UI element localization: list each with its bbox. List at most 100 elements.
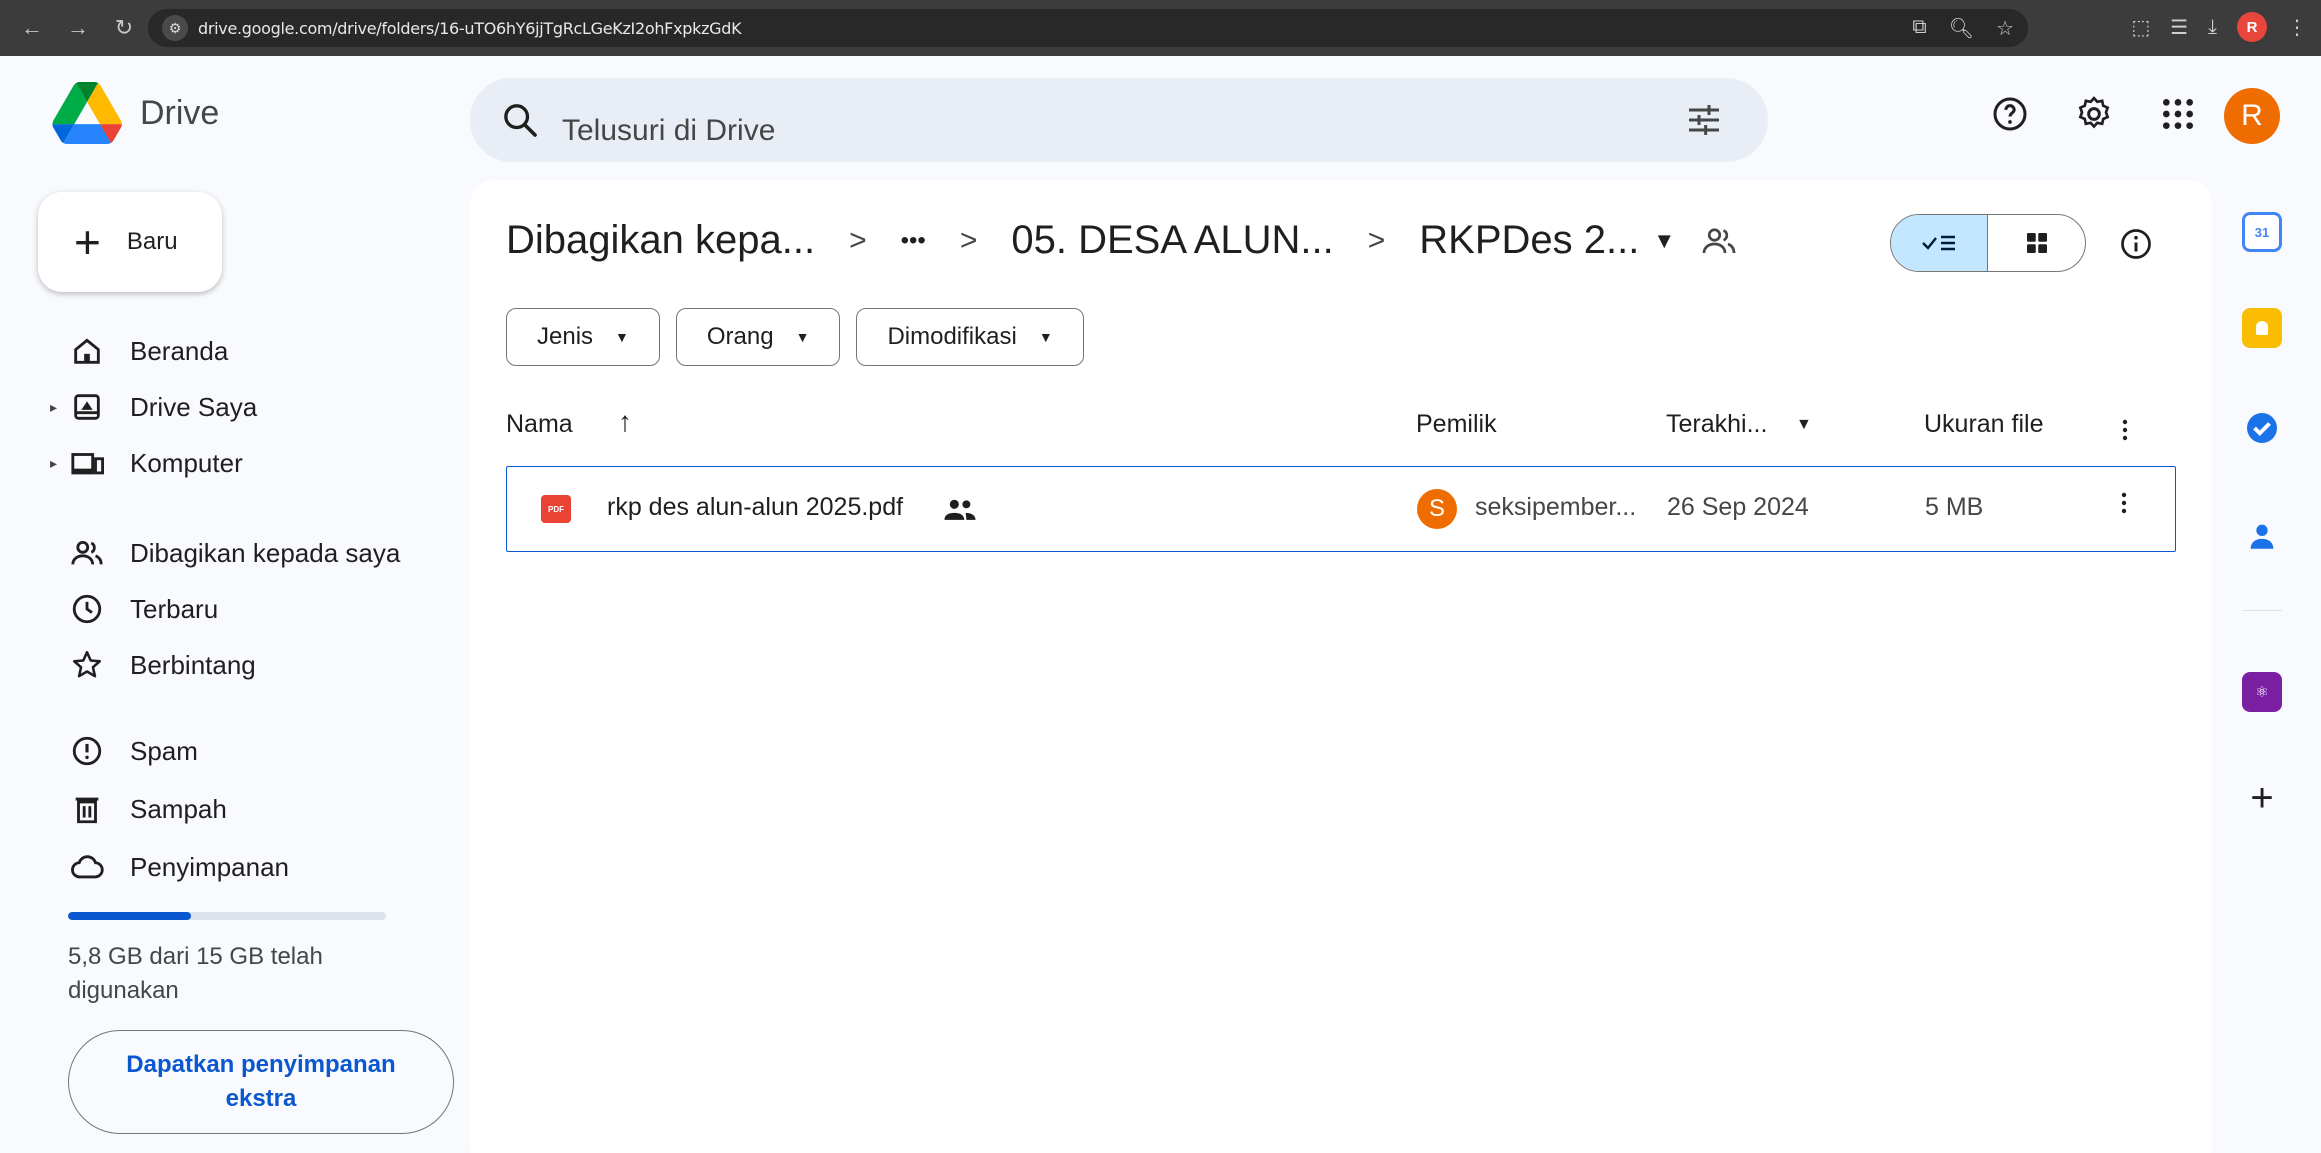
filter-modified-chip[interactable]: Dimodifikasi ▼: [856, 308, 1084, 366]
sidebar-item-label: Drive Saya: [130, 391, 258, 422]
info-icon[interactable]: [2118, 226, 2154, 262]
grid-view-icon: [2026, 233, 2047, 253]
filter-type-chip[interactable]: Jenis ▼: [506, 308, 660, 366]
search-options-icon[interactable]: [1684, 100, 1724, 140]
column-owner-header: Pemilik: [1416, 410, 1497, 438]
chevron-right-icon: >: [1367, 223, 1386, 257]
file-name[interactable]: rkp des alun-alun 2025.pdf: [607, 493, 903, 522]
breadcrumb-more[interactable]: •••: [901, 227, 926, 255]
add-app-plus-icon[interactable]: +: [2242, 776, 2282, 820]
star-icon: [72, 650, 102, 678]
caret-down-icon: ▼: [615, 329, 629, 345]
calendar-app-icon[interactable]: 31: [2242, 212, 2282, 252]
table-header: Nama ↑ Pemilik Terakhi... ▼ Ukuran file: [506, 406, 2176, 450]
browser-profile-avatar[interactable]: R: [2237, 12, 2267, 42]
clock-icon: [72, 594, 102, 624]
list-view-button[interactable]: [1891, 215, 1988, 271]
forward-icon[interactable]: →: [62, 15, 94, 41]
help-icon[interactable]: [1990, 94, 2030, 134]
storage-meter: [68, 912, 386, 920]
trash-icon: [75, 797, 99, 824]
expand-arrow-icon[interactable]: ▸: [50, 399, 57, 416]
column-name-header[interactable]: Nama: [506, 410, 573, 439]
chip-label: Dimodifikasi: [887, 323, 1017, 350]
drive-logo[interactable]: Drive: [52, 82, 219, 144]
reading-list-icon[interactable]: ☰: [2170, 15, 2188, 40]
filter-people-chip[interactable]: Orang ▼: [675, 308, 841, 366]
keep-app-icon[interactable]: [2242, 308, 2282, 348]
more-vert-icon[interactable]: [2110, 410, 2140, 450]
sort-arrow-up-icon[interactable]: ↑: [618, 406, 632, 438]
chip-label: Jenis: [537, 323, 594, 350]
new-button[interactable]: + Baru: [38, 192, 222, 292]
app-name: Drive: [140, 93, 220, 132]
pdf-file-icon: PDF: [541, 495, 571, 523]
breadcrumb: Dibagikan kepa... > ••• > 05. DESA ALUN.…: [506, 218, 1737, 263]
filter-chips: Jenis ▼ Orang ▼ Dimodifikasi ▼: [506, 308, 1084, 366]
plus-icon: +: [74, 216, 101, 268]
file-owner: seksipember...: [1475, 493, 1637, 521]
side-panel-divider: [2242, 610, 2282, 611]
column-modified-header[interactable]: Terakhi...: [1666, 410, 1767, 439]
browser-menu-icon[interactable]: ⋮: [2287, 15, 2307, 40]
storage-usage-text: 5,8 GB dari 15 GB telah digunakan: [68, 943, 323, 1004]
sidebar-item-label: Terbaru: [130, 593, 219, 624]
breadcrumb-parent[interactable]: 05. DESA ALUN...: [1011, 218, 1333, 263]
row-more-actions-icon[interactable]: [2109, 483, 2139, 523]
view-toggle: [1890, 214, 2086, 272]
settings-gear-icon[interactable]: [2074, 94, 2114, 134]
sidebar-item-label: Beranda: [130, 335, 229, 366]
spam-icon: [72, 736, 102, 766]
drive-logo-icon: [52, 82, 122, 144]
main-content: Dibagikan kepa... > ••• > 05. DESA ALUN.…: [470, 180, 2212, 1153]
get-more-storage-button[interactable]: Dapatkan penyimpanan ekstra: [68, 1030, 454, 1134]
computer-icon: [71, 453, 104, 475]
search-input[interactable]: [562, 114, 1462, 148]
bookmark-star-icon[interactable]: ☆: [1996, 16, 2014, 41]
caret-down-icon[interactable]: ▼: [1796, 416, 1812, 434]
extension-app-icon[interactable]: ⚛: [2242, 672, 2282, 712]
file-modified-date: 26 Sep 2024: [1667, 493, 1809, 521]
sidebar-item-label: Spam: [130, 735, 198, 766]
search-bar[interactable]: [470, 78, 1768, 162]
install-app-icon[interactable]: ⧉: [1912, 16, 1926, 41]
breadcrumb-current[interactable]: RKPDes 2...: [1419, 218, 1639, 263]
table-row[interactable]: PDF rkp des alun-alun 2025.pdf S seksipe…: [506, 466, 2176, 552]
check-list-icon: [1922, 235, 1955, 251]
sidebar-item-label: Komputer: [130, 447, 243, 478]
home-icon: [74, 338, 100, 364]
breadcrumb-root[interactable]: Dibagikan kepa...: [506, 218, 815, 263]
chevron-right-icon: >: [849, 223, 867, 257]
column-size-header: Ukuran file: [1924, 410, 2044, 438]
browser-actions: ⬚ ☰ ⤓ R ⋮: [2131, 12, 2307, 42]
reload-icon[interactable]: ↻: [108, 15, 140, 41]
browser-toolbar: ← → ↻ ⚙ drive.google.com/drive/folders/1…: [0, 0, 2321, 56]
sidebar-item-label: Berbintang: [130, 649, 256, 680]
account-avatar[interactable]: R: [2224, 88, 2280, 144]
extensions-icon[interactable]: ⬚: [2131, 15, 2150, 40]
storage-meter-fill: [68, 912, 192, 920]
browser-nav: ← → ↻: [0, 15, 140, 41]
expand-arrow-icon[interactable]: ▸: [50, 455, 57, 472]
sidebar-item-label: Penyimpanan: [130, 851, 289, 882]
address-url: drive.google.com/drive/folders/16-uTO6hY…: [198, 18, 742, 38]
new-button-label: Baru: [126, 228, 178, 255]
apps-grid-icon[interactable]: [2158, 94, 2198, 134]
contacts-app-icon[interactable]: [2242, 516, 2282, 556]
shared-folder-icon[interactable]: [1701, 223, 1737, 259]
address-bar[interactable]: ⚙ drive.google.com/drive/folders/16-uTO6…: [148, 9, 2028, 47]
downloads-icon[interactable]: ⤓: [2208, 16, 2217, 39]
caret-down-icon: ▼: [1038, 329, 1053, 345]
search-icon[interactable]: [500, 100, 540, 140]
sidebar-item-label: Dibagikan kepada saya: [130, 537, 401, 568]
cloud-icon: [71, 855, 104, 879]
grid-view-button[interactable]: [1988, 215, 2085, 271]
tasks-app-icon[interactable]: [2242, 408, 2282, 448]
back-icon[interactable]: ←: [16, 15, 48, 41]
file-size: 5 MB: [1925, 493, 1984, 521]
chevron-right-icon: >: [959, 223, 978, 257]
owner-avatar: S: [1417, 489, 1457, 529]
caret-down-icon[interactable]: ▼: [1653, 228, 1675, 254]
site-info-icon[interactable]: ⚙: [162, 15, 188, 41]
zoom-icon[interactable]: 🔍︎: [1949, 16, 1974, 41]
